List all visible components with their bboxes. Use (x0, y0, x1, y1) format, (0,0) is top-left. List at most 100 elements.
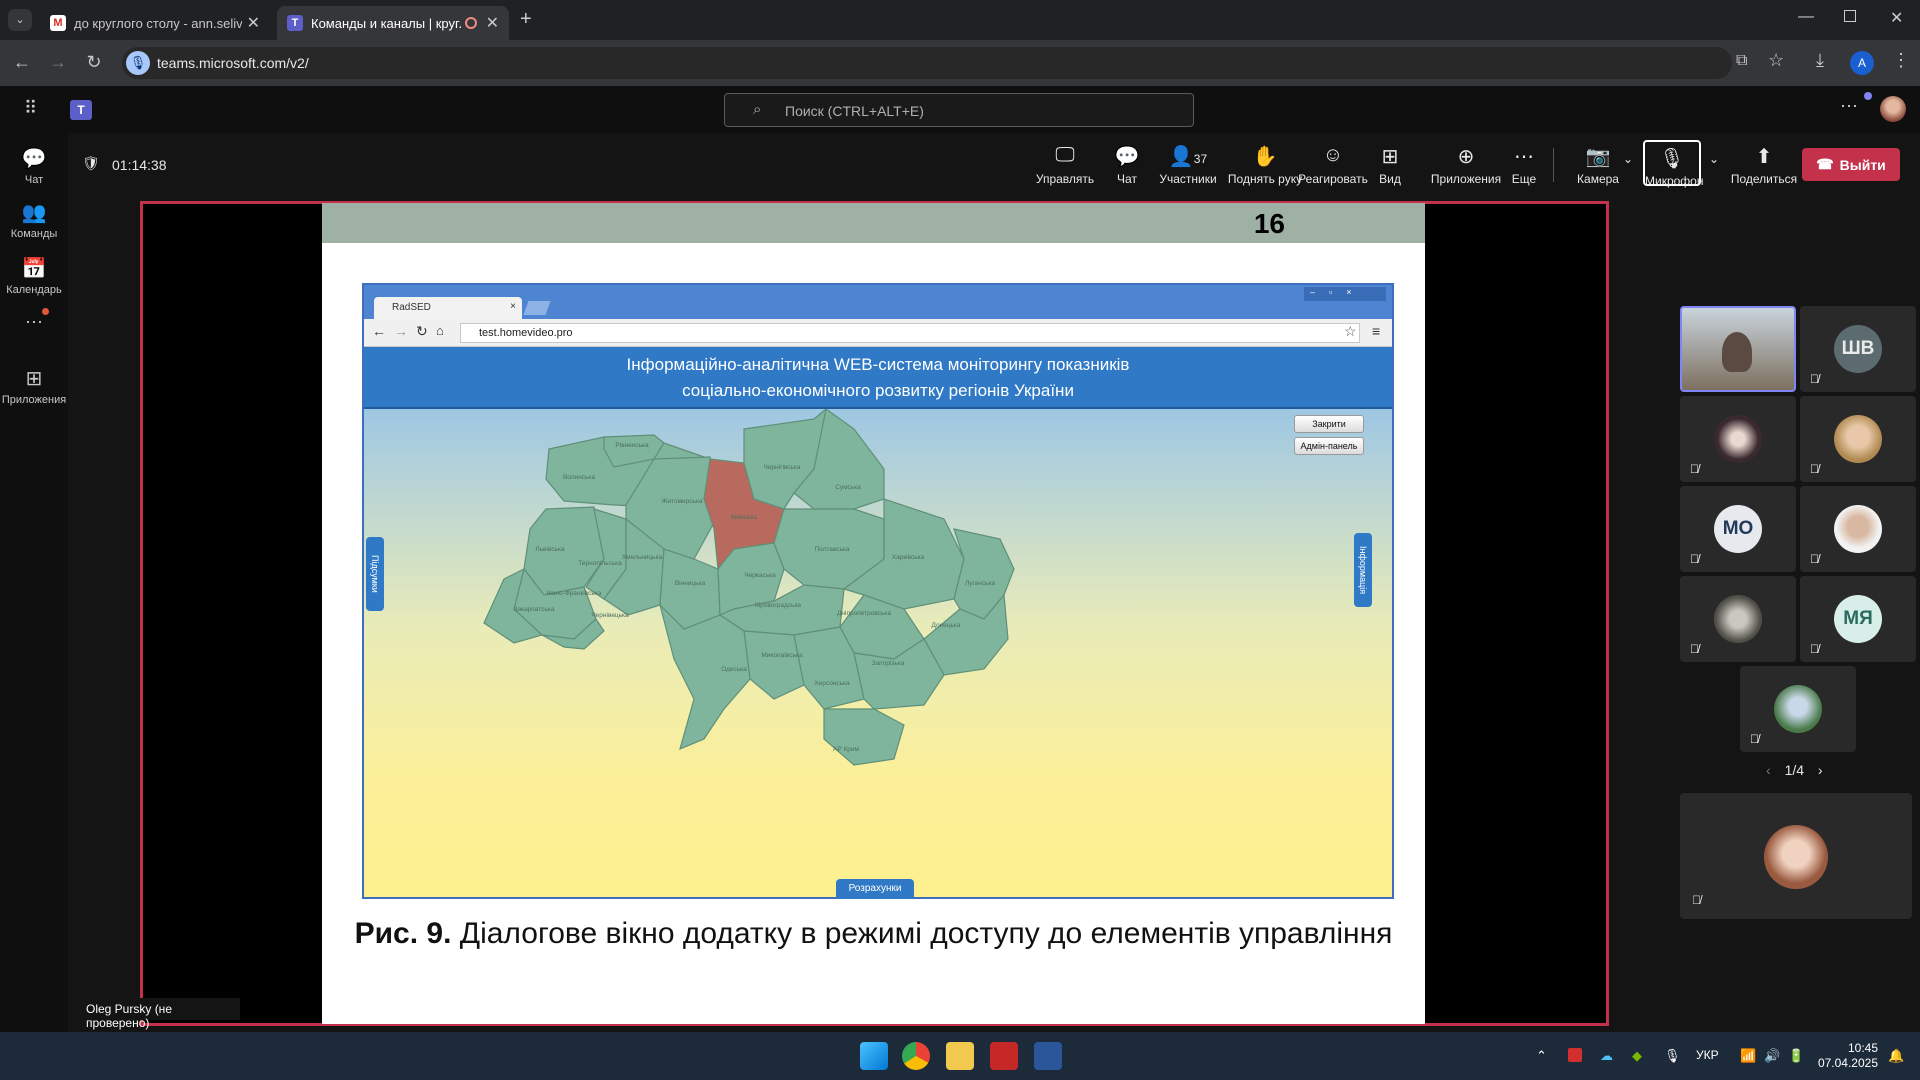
inner-browser-screenshot: RadSED × –▫× ← → ↻ ⌂ test.homevideo.pro ☆… (362, 283, 1394, 899)
user-avatar[interactable] (1880, 96, 1906, 122)
participant-tile[interactable]: МЯ 🎙̸ (1800, 576, 1916, 662)
tray-app-icon[interactable] (1568, 1048, 1582, 1062)
phone-hangup-icon: ☎ (1816, 156, 1834, 172)
tray-chevron-icon[interactable]: ⌃ (1536, 1048, 1547, 1064)
more-button[interactable]: ⋯ Еще (1504, 144, 1544, 186)
tool-label: Вид (1379, 172, 1401, 186)
search-input[interactable]: ⌕ Поиск (CTRL+ALT+E) (724, 93, 1194, 127)
wifi-icon[interactable]: 📶 (1740, 1048, 1756, 1064)
share-button[interactable]: ⬆ Поделиться (1724, 144, 1804, 186)
participant-initials: МО (1714, 505, 1762, 553)
map-region (658, 603, 751, 751)
participant-tile[interactable]: МО 🎙̸ (1680, 486, 1796, 572)
bookmark-star-icon[interactable]: ☆ (1768, 50, 1784, 71)
map-label: Житомирська (661, 498, 702, 505)
tool-label: Поделиться (1730, 172, 1798, 186)
site-mic-icon[interactable]: 🎙 (126, 51, 150, 75)
app-launcher-icon[interactable]: ⠿ (24, 98, 37, 119)
restore-icon[interactable] (1844, 10, 1856, 22)
close-icon: × (510, 301, 516, 312)
react-button[interactable]: ☺ Реагировать (1288, 144, 1378, 186)
map-label: Черкаська (744, 572, 776, 579)
windows-start-icon[interactable] (860, 1042, 888, 1070)
tray-app-icon[interactable]: ☁ (1600, 1048, 1613, 1064)
back-icon[interactable]: ← (10, 52, 34, 73)
participant-tile[interactable]: 🎙̸ (1680, 396, 1796, 482)
notifications-icon[interactable]: 🔔 (1888, 1048, 1904, 1064)
forward-icon: → (394, 323, 408, 339)
participant-tile[interactable]: 🎙̸ (1800, 486, 1916, 572)
mic-options-icon[interactable]: ⌄ (1706, 152, 1722, 166)
view-button[interactable]: ⊞ Вид (1370, 144, 1410, 186)
rail-item-teams[interactable]: 👥 Команды (0, 200, 68, 240)
participant-tile[interactable]: ШВ 🎙̸ (1800, 306, 1916, 392)
apps-button[interactable]: ⊕ Приложения (1416, 144, 1516, 186)
control-button[interactable]: 🖵 Управлять (1030, 144, 1100, 186)
rail-item-apps[interactable]: ⊞ Приложения (0, 366, 68, 406)
clock-time: 10:45 (1847, 1041, 1878, 1055)
tab-list-dropdown-icon[interactable]: ⌄ (8, 9, 32, 31)
leave-button[interactable]: ☎ Выйти (1802, 148, 1900, 181)
map-label: АР Крим (833, 746, 860, 753)
close-window-icon[interactable]: ✕ (1890, 8, 1903, 28)
new-tab-button[interactable]: + (520, 8, 532, 31)
rail-more-icon[interactable]: ⋯ (0, 312, 68, 333)
slide-caption: Рис. 9. Діалогове вікно додатку в режимі… (322, 915, 1425, 953)
browser-menu-icon[interactable]: ⋮ (1892, 50, 1910, 71)
rail-item-chat[interactable]: 💬 Чат (0, 146, 68, 186)
map-label: Харківська (892, 553, 925, 561)
map-area: Закрити Адмін-панель Підсумки Інформація… (364, 409, 1392, 899)
participant-tile[interactable]: 🎙̸ (1800, 396, 1916, 482)
map-label: Сумська (835, 484, 861, 491)
tray-app-icon[interactable]: ◆ (1632, 1048, 1642, 1064)
tool-label: Участники (1159, 172, 1217, 186)
more-options-icon: ⋯ (1514, 146, 1534, 168)
browser-tab-teams[interactable]: T Команды и каналы | круглый стол ✕ (277, 6, 509, 40)
install-app-icon[interactable]: ⧉ (1736, 52, 1747, 70)
reload-icon[interactable]: ↻ (82, 52, 106, 73)
chevron-left-icon[interactable]: ‹ (1766, 762, 1771, 778)
more-options-icon[interactable]: ⋯ (1840, 96, 1858, 117)
profile-avatar[interactable]: A (1850, 51, 1874, 75)
file-explorer-icon[interactable] (946, 1042, 974, 1070)
browser-tab-gmail[interactable]: M до круглого столу - ann.selivanova ✕ (40, 6, 270, 40)
map-label: Донецька (931, 622, 960, 629)
word-icon[interactable] (1034, 1042, 1062, 1070)
apps-add-icon: ⊞ (25, 368, 43, 390)
header-line-2: соціально-економічного розвитку регіонів… (682, 381, 1074, 400)
chevron-right-icon[interactable]: › (1818, 762, 1823, 778)
inner-url-text: test.homevideo.pro (479, 327, 573, 339)
chrome-icon[interactable] (902, 1042, 930, 1070)
windows-taskbar: ⌃ ☁ ◆ 🎙 УКР 📶 🔊 🔋 10:45 07.04.2025 🔔 (0, 1032, 1920, 1080)
microphone-icon[interactable]: 🎙 (1664, 1048, 1681, 1064)
teams-left-rail: 💬 Чат 👥 Команды 📅 Календарь ⋯ ⊞ Приложен… (0, 134, 68, 1032)
self-video-tile[interactable]: 🎙̸ (1680, 793, 1912, 919)
language-indicator[interactable]: УКР (1696, 1048, 1719, 1062)
participant-tile[interactable]: 🎙̸ (1680, 576, 1796, 662)
minimize-icon[interactable]: — (1798, 8, 1814, 26)
chat-button[interactable]: 💬 Чат (1102, 144, 1152, 186)
map-label: Чернігівська (763, 463, 800, 471)
url-text: teams.microsoft.com/v2/ (157, 55, 309, 71)
acrobat-icon[interactable] (990, 1042, 1018, 1070)
mic-button[interactable]: 🎙 Микрофон (1643, 140, 1703, 188)
close-tab-icon[interactable]: ✕ (247, 13, 260, 33)
forward-icon[interactable]: → (46, 52, 70, 73)
map-label: Хмельницька (622, 554, 663, 561)
download-icon[interactable]: ⤓ (1816, 50, 1824, 71)
participant-tile[interactable] (1680, 306, 1796, 392)
camera-options-icon[interactable]: ⌄ (1620, 152, 1636, 166)
map-label: Херсонська (814, 680, 850, 687)
close-tab-icon[interactable]: ✕ (486, 13, 499, 33)
participant-tile[interactable]: 🎙̸ (1740, 666, 1856, 752)
map-label: Вінницька (675, 579, 706, 587)
rail-item-calendar[interactable]: 📅 Календарь (0, 256, 68, 296)
battery-icon[interactable]: 🔋 (1788, 1048, 1804, 1064)
url-bar[interactable]: 🎙 teams.microsoft.com/v2/ (122, 47, 1732, 79)
search-icon: ⌕ (753, 101, 762, 118)
system-clock[interactable]: 10:45 07.04.2025 (1818, 1041, 1878, 1071)
tool-label: Чат (1117, 172, 1137, 186)
tab-title: Команды и каналы | круглый стол (311, 15, 461, 31)
share-icon: ⬆ (1755, 146, 1773, 168)
volume-icon[interactable]: 🔊 (1764, 1048, 1780, 1064)
